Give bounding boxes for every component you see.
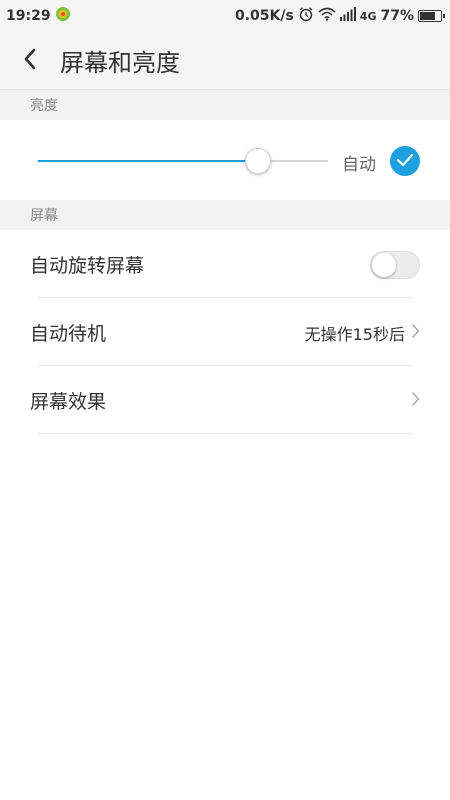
back-arrow-icon — [23, 48, 37, 74]
section-header-brightness: 亮度 — [0, 90, 450, 120]
divider — [38, 433, 412, 434]
item-label: 自动旋转屏幕 — [30, 255, 145, 277]
slider-fill — [38, 160, 259, 162]
section-title: 屏幕 — [30, 208, 58, 224]
check-icon — [396, 152, 414, 171]
app-bar: 屏幕和亮度 — [0, 32, 450, 90]
section-header-screen: 屏幕 — [0, 200, 450, 230]
app-notification-icon — [55, 6, 71, 26]
chevron-right-icon — [411, 323, 420, 343]
auto-rotate-row[interactable]: 自动旋转屏幕 — [0, 231, 450, 298]
auto-brightness-label: 自动 — [342, 155, 376, 175]
section-title: 亮度 — [30, 98, 58, 114]
alarm-icon — [298, 6, 314, 26]
toggle-knob — [372, 252, 396, 277]
back-button[interactable] — [0, 32, 60, 90]
network-type: 4G — [359, 9, 377, 23]
status-time: 19:29 — [6, 8, 51, 24]
item-label: 自动待机 — [30, 323, 107, 345]
signal-icon — [339, 7, 356, 25]
battery-percent: 77% — [380, 8, 414, 24]
screen-effect-row[interactable]: 屏幕效果 — [0, 367, 450, 434]
brightness-row: 自动 — [0, 120, 450, 200]
page-title: 屏幕和亮度 — [60, 49, 180, 77]
wifi-icon — [318, 7, 336, 25]
auto-rotate-toggle[interactable] — [370, 250, 420, 279]
auto-brightness-checkbox[interactable] — [390, 146, 420, 176]
item-value: 无操作15秒后 — [304, 324, 405, 344]
divider — [38, 365, 412, 366]
auto-standby-row[interactable]: 自动待机 无操作15秒后 — [0, 299, 450, 366]
battery-icon — [418, 10, 445, 22]
slider-thumb[interactable] — [245, 148, 272, 174]
chevron-right-icon — [411, 391, 420, 411]
status-bar: 19:29 0.05K/s 4G 77% — [0, 0, 450, 32]
net-speed: 0.05K/s — [234, 8, 294, 24]
item-label: 屏幕效果 — [30, 391, 107, 413]
divider — [38, 297, 412, 298]
brightness-slider[interactable] — [38, 148, 328, 174]
